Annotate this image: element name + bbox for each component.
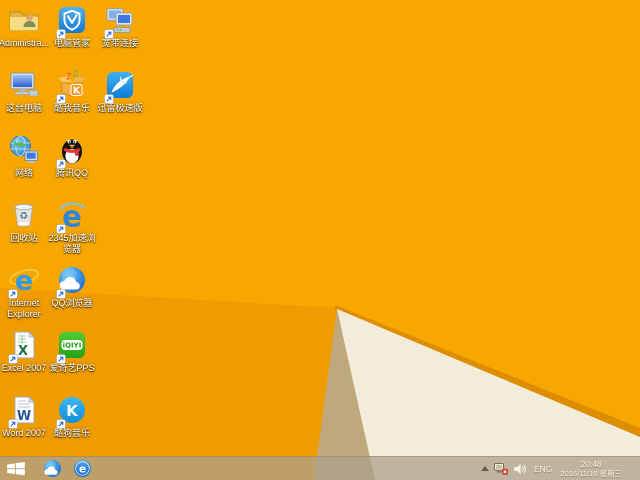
computer-icon — [8, 69, 40, 101]
shortcut-arrow-icon — [56, 91, 66, 101]
desktop-icon-word-2007[interactable]: Word 2007 — [0, 394, 48, 439]
shortcut-arrow-icon — [8, 286, 18, 296]
desktop-icon-network[interactable]: 网络 — [0, 134, 48, 179]
desktop-icon-xunlei-speed[interactable]: 迅雷极速版 — [96, 69, 144, 114]
word-icon — [8, 394, 40, 426]
two-computers-icon — [104, 4, 136, 36]
icon-label: 回收站 — [10, 233, 38, 243]
network-status-button[interactable] — [494, 463, 508, 475]
shortcut-arrow-icon — [104, 26, 114, 36]
chevron-up-icon — [481, 466, 489, 471]
blue-globe-icon — [42, 458, 63, 479]
volume-button[interactable] — [513, 463, 527, 475]
network-disconnected-icon — [494, 463, 508, 475]
globe-computer-art — [8, 134, 40, 166]
globe-computer-icon — [8, 134, 40, 166]
shortcut-arrow-icon — [56, 221, 66, 231]
shortcut-arrow-art — [56, 29, 66, 39]
shield-icon — [56, 4, 88, 36]
desktop-icon-qq-browser[interactable]: QQ浏览器 — [48, 264, 96, 309]
shortcut-arrow-icon — [8, 416, 18, 426]
taskbar-button-e-browser-taskbar[interactable] — [67, 457, 97, 480]
shortcut-arrow-art — [8, 419, 18, 429]
clock-time: 20:48 — [580, 458, 602, 469]
system-tray: ENG 20:48 2016/11/16 星期三 — [476, 457, 640, 480]
clock[interactable]: 20:48 2016/11/16 星期三 — [560, 458, 622, 478]
start-button[interactable] — [1, 457, 31, 480]
taskbar-button-qq-browser-taskbar[interactable] — [37, 457, 67, 480]
recycle-bin-art — [8, 199, 40, 231]
shortcut-arrow-icon — [8, 351, 18, 361]
folder-user-art — [8, 4, 40, 36]
icon-label: 这台电脑 — [5, 103, 42, 113]
penguin-icon — [56, 134, 88, 166]
show-hidden-icons-button[interactable] — [481, 466, 489, 471]
icon-label: 爱奇艺PPS — [49, 363, 95, 373]
shortcut-arrow-icon — [104, 91, 114, 101]
taskbar: ENG 20:48 2016/11/16 星期三 — [0, 456, 640, 480]
bird-icon — [104, 69, 136, 101]
icon-label: 酷狗音乐 — [53, 428, 90, 438]
shortcut-arrow-icon — [56, 26, 66, 36]
blue-globe-icon — [56, 264, 88, 296]
desktop-icon-recycle-bin[interactable]: 回收站 — [0, 199, 48, 244]
desktop-icon-iqiyi-pps[interactable]: 爱奇艺PPS — [48, 329, 96, 374]
desktop-icon-pc-manager[interactable]: 电脑管家 — [48, 4, 96, 49]
icon-label: Administra... — [0, 38, 49, 48]
desktop-icon-administrator-folder[interactable]: Administra... — [0, 4, 49, 49]
ie-icon — [8, 264, 40, 296]
desktop-icon-tencent-qq[interactable]: 腾讯QQ — [48, 134, 96, 179]
icon-label: 腾讯QQ — [55, 168, 88, 178]
shortcut-arrow-art — [56, 289, 66, 299]
shortcut-arrow-art — [56, 224, 66, 234]
e-circle-icon — [72, 458, 93, 479]
clock-date: 2016/11/16 星期三 — [560, 468, 622, 478]
shortcut-arrow-art — [104, 29, 114, 39]
iqiyi-icon — [56, 329, 88, 361]
desktop-icon-kugou-music[interactable]: 酷狗音乐 — [48, 394, 96, 439]
speaker-icon — [513, 463, 527, 475]
shortcut-arrow-icon — [56, 351, 66, 361]
language-indicator[interactable]: ENG — [534, 464, 552, 474]
shortcut-arrow-art — [56, 354, 66, 364]
icon-label: 2345加速浏览器 — [48, 233, 96, 254]
icon-label: 酷我音乐 — [53, 103, 90, 113]
e-bold-icon — [56, 199, 88, 231]
desktop-icon-broadband-connection[interactable]: 宽带连接 — [96, 4, 144, 49]
desktop[interactable]: ♻ e X W — [0, 0, 640, 480]
recycle-bin-icon — [8, 199, 40, 231]
folder-user-icon — [8, 4, 40, 36]
icon-label: 网络 — [14, 168, 33, 178]
shortcut-arrow-icon — [56, 416, 66, 426]
desktop-icon-this-pc[interactable]: 这台电脑 — [0, 69, 48, 114]
desktop-icon-internet-explorer[interactable]: Internet Explorer — [0, 264, 48, 319]
desktop-icon-grid: Administra... 这台电脑网络回收站 Internet Explorer E… — [0, 0, 640, 456]
excel-icon — [8, 329, 40, 361]
icon-label: 迅雷极速版 — [97, 103, 143, 113]
icon-label: Excel 2007 — [1, 363, 47, 373]
windows-logo-icon — [7, 461, 25, 476]
icon-label: Internet Explorer — [7, 298, 41, 319]
icon-label: 电脑管家 — [53, 38, 90, 48]
shortcut-arrow-art — [56, 94, 66, 104]
icon-label: Word 2007 — [2, 428, 46, 438]
computer-art — [8, 69, 40, 101]
shortcut-arrow-art — [56, 159, 66, 169]
desktop-icon-kuwo-music[interactable]: 酷我音乐 — [48, 69, 96, 114]
taskbar-pinned-apps — [37, 457, 97, 480]
music-box-icon — [56, 69, 88, 101]
shortcut-arrow-art — [104, 94, 114, 104]
kugou-icon — [56, 394, 88, 426]
shortcut-arrow-icon — [56, 156, 66, 166]
shortcut-arrow-art — [8, 354, 18, 364]
shortcut-arrow-art — [56, 419, 66, 429]
shortcut-arrow-art — [8, 289, 18, 299]
icon-label: QQ浏览器 — [51, 298, 93, 308]
desktop-icon-excel-2007[interactable]: Excel 2007 — [0, 329, 48, 374]
icon-label: 宽带连接 — [101, 38, 138, 48]
desktop-icon-2345-browser[interactable]: 2345加速浏览器 — [48, 199, 96, 254]
shortcut-arrow-icon — [56, 286, 66, 296]
